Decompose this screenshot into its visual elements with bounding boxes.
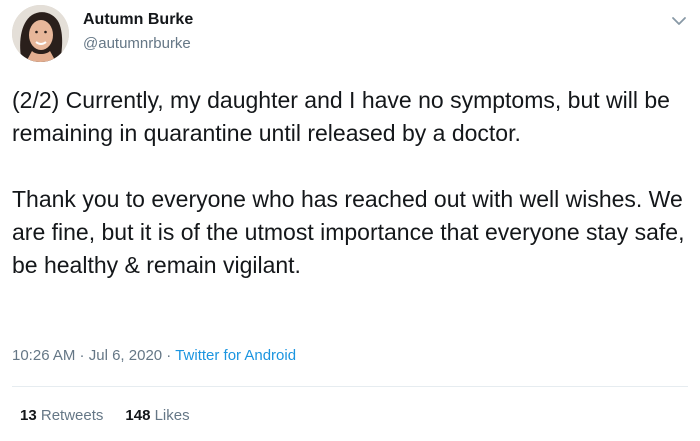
tweet-paragraph: Thank you to everyone who has reached ou…: [12, 186, 685, 278]
tweet-time[interactable]: 10:26 AM: [12, 347, 75, 364]
tweet-text: (2/2) Currently, my daughter and I have …: [12, 84, 688, 282]
divider: [12, 386, 688, 387]
retweets-label: Retweets: [40, 407, 104, 424]
avatar[interactable]: [12, 5, 69, 62]
likes-stat[interactable]: 148 Likes: [125, 407, 189, 424]
likes-label: Likes: [154, 407, 190, 424]
retweets-stat[interactable]: 13 Retweets: [20, 407, 103, 424]
tweet-date[interactable]: Jul 6, 2020: [89, 347, 162, 364]
tweet-source-link[interactable]: Twitter for Android: [175, 347, 296, 364]
author-handle[interactable]: @autumnrburke: [83, 35, 191, 52]
tweet-paragraph: (2/2) Currently, my daughter and I have …: [12, 87, 670, 146]
avatar-photo: [12, 5, 69, 62]
meta-separator: ·: [162, 347, 176, 364]
tweet-card: Autumn Burke @autumnrburke (2/2) Current…: [0, 0, 700, 441]
author-display-name[interactable]: Autumn Burke: [83, 11, 193, 29]
meta-separator: ·: [75, 347, 89, 364]
likes-count: 148: [125, 407, 151, 424]
tweet-metadata: 10:26 AM · Jul 6, 2020 · Twitter for And…: [12, 347, 296, 364]
chevron-down-icon[interactable]: [668, 12, 690, 30]
tweet-stats: 13 Retweets 148 Likes: [20, 407, 190, 424]
retweets-count: 13: [20, 407, 37, 424]
